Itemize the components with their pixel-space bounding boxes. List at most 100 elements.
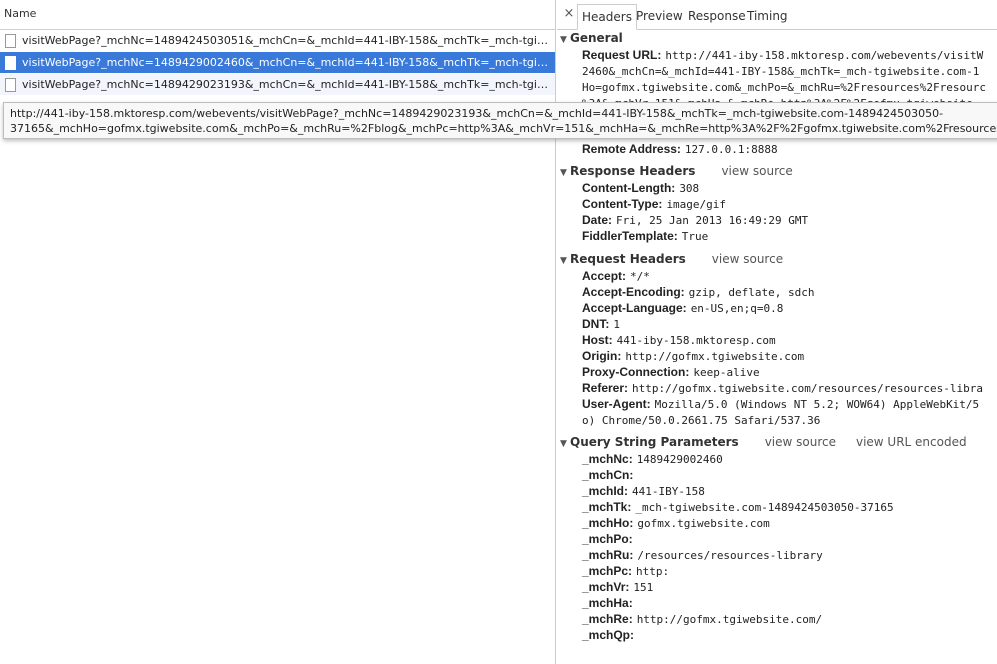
general-section-header[interactable]: ▼ General <box>557 29 997 47</box>
header-key: _mchHo: <box>582 516 634 530</box>
query-param-row: _mchQp: <box>557 627 997 643</box>
request-header-row: Host: 441-iby-158.mktoresp.com <box>557 332 997 348</box>
header-key: Origin: <box>582 349 622 363</box>
header-value: Fri, 25 Jan 2013 16:49:29 GMT <box>616 214 809 227</box>
request-list-panel: Name visitWebPage?_mchNc=1489424503051&_… <box>0 0 556 664</box>
query-param-row: _mchNc: 1489429002460 <box>557 451 997 467</box>
tab-preview[interactable]: Preview <box>632 4 687 30</box>
close-icon[interactable]: × <box>562 6 576 22</box>
query-param-row: _mchVr: 151 <box>557 579 997 595</box>
expand-triangle-icon: ▼ <box>560 168 567 178</box>
header-value: http: <box>636 565 670 578</box>
header-key: Content-Type: <box>582 197 663 211</box>
view-source-link[interactable]: view source <box>765 435 836 449</box>
query-param-row: _mchTk: _mch-tgiwebsite.com-1489424503050… <box>557 499 997 515</box>
request-headers-section-header[interactable]: ▼ Request Headers view source <box>557 250 997 268</box>
header-value: image/gif <box>666 198 727 211</box>
request-header-row: Referer: http://gofmx.tgiwebsite.com/reso… <box>557 380 997 396</box>
query-params-section-header[interactable]: ▼ Query String Parameters view source view … <box>557 433 997 451</box>
expand-triangle-icon: ▼ <box>560 35 567 45</box>
request-row-selected[interactable]: visitWebPage?_mchNc=1489429002460&_mchCn… <box>0 52 555 74</box>
header-key: FiddlerTemplate: <box>582 229 678 243</box>
general-section: ▼ General Request URL: http://441-iby-158.… <box>557 29 997 111</box>
header-key: _mchId: <box>582 484 629 498</box>
header-value: 151 <box>633 581 654 594</box>
request-url-label: Request URL: <box>582 48 662 62</box>
view-source-link[interactable]: view source <box>712 252 783 266</box>
header-key: Accept-Encoding: <box>582 285 685 299</box>
request-name: visitWebPage?_mchNc=1489429023193&_mchCn… <box>22 78 552 91</box>
tab-timing[interactable]: Timing <box>743 4 792 30</box>
user-agent-line: o) Chrome/50.0.2661.75 Safari/537.36 <box>582 414 821 427</box>
request-details-panel: × Headers Preview Response Timing ▼ Gener… <box>557 0 997 664</box>
request-url-line: 2460&_mchCn=&_mchId=441-IBY-158&_mchTk=_… <box>582 65 980 78</box>
request-url-value: http://441-iby-158.mktoresp.com/webevent… <box>665 49 984 62</box>
remote-address-value: 127.0.0.1:8888 <box>684 143 778 156</box>
header-key: _mchPo: <box>582 532 633 546</box>
request-header-row: Accept-Encoding: gzip, deflate, sdch <box>557 284 997 300</box>
response-header-row: Content-Type: image/gif <box>557 196 997 212</box>
url-tooltip: http://441-iby-158.mktoresp.com/webevent… <box>3 102 997 139</box>
section-title: Response Headers <box>570 164 696 178</box>
header-value: keep-alive <box>693 366 760 379</box>
header-key: Referer: <box>582 381 629 395</box>
header-key: _mchVr: <box>582 580 630 594</box>
request-url-continuation: Ho=gofmx.tgiwebsite.com&_mchPo=&_mchRu=%… <box>557 79 997 95</box>
tab-response[interactable]: Response <box>684 4 750 30</box>
header-value: 441-IBY-158 <box>632 485 705 498</box>
request-headers-section: ▼ Request Headers view source Accept: */* Ac… <box>557 250 997 428</box>
request-header-row: DNT: 1 <box>557 316 997 332</box>
header-key: _mchNc: <box>582 452 633 466</box>
file-icon <box>5 78 16 92</box>
query-param-row: _mchHo: gofmx.tgiwebsite.com <box>557 515 997 531</box>
header-key: Accept: <box>582 269 627 283</box>
header-key: Accept-Language: <box>582 301 687 315</box>
response-headers-section-header[interactable]: ▼ Response Headers view source <box>557 162 997 180</box>
query-param-row: _mchCn: <box>557 467 997 483</box>
section-title: Query String Parameters <box>570 435 739 449</box>
query-params-section: ▼ Query String Parameters view source view … <box>557 433 997 643</box>
header-value: http://gofmx.tgiwebsite.com <box>625 350 805 363</box>
view-url-encoded-link[interactable]: view URL encoded <box>856 435 967 449</box>
user-agent-continuation: o) Chrome/50.0.2661.75 Safari/537.36 <box>557 412 997 428</box>
header-value: http://gofmx.tgiwebsite.com/resources/re… <box>632 382 984 395</box>
header-key: Content-Length: <box>582 181 676 195</box>
header-key: _mchCn: <box>582 468 634 482</box>
header-value: 441-iby-158.mktoresp.com <box>616 334 776 347</box>
remote-address-label: Remote Address: <box>582 142 681 156</box>
request-url-continuation: 2460&_mchCn=&_mchId=441-IBY-158&_mchTk=_… <box>557 63 997 79</box>
request-row[interactable]: visitWebPage?_mchNc=1489424503051&_mchCn… <box>0 30 555 52</box>
header-value: 1 <box>613 318 620 331</box>
header-key: _mchRe: <box>582 612 633 626</box>
request-url-row: Request URL: http://441-iby-158.mktoresp.… <box>557 47 997 63</box>
header-key: _mchHa: <box>582 596 633 610</box>
header-value: gofmx.tgiwebsite.com <box>637 517 770 530</box>
header-value: /resources/resources-library <box>637 549 823 562</box>
section-title: General <box>570 31 623 45</box>
header-key: _mchQp: <box>582 628 635 642</box>
header-value: en-US,en;q=0.8 <box>690 302 784 315</box>
header-value: gzip, deflate, sdch <box>688 286 815 299</box>
query-param-row: _mchRe: http://gofmx.tgiwebsite.com/ <box>557 611 997 627</box>
header-value: 1489429002460 <box>636 453 723 466</box>
response-header-row: Date: Fri, 25 Jan 2013 16:49:29 GMT <box>557 212 997 228</box>
request-header-row: Origin: http://gofmx.tgiwebsite.com <box>557 348 997 364</box>
tab-headers[interactable]: Headers <box>577 4 637 30</box>
section-title: Request Headers <box>570 252 686 266</box>
query-param-row: _mchHa: <box>557 595 997 611</box>
header-value: 308 <box>679 182 700 195</box>
request-name: visitWebPage?_mchNc=1489429002460&_mchCn… <box>22 56 552 69</box>
header-key: _mchTk: <box>582 500 632 514</box>
header-value: */* <box>630 270 650 283</box>
query-param-row: _mchId: 441-IBY-158 <box>557 483 997 499</box>
header-key: User-Agent: <box>582 397 651 411</box>
response-header-row: Content-Length: 308 <box>557 180 997 196</box>
header-key: _mchPc: <box>582 564 633 578</box>
header-value: http://gofmx.tgiwebsite.com/ <box>636 613 823 626</box>
header-value: Mozilla/5.0 (Windows NT 5.2; WOW64) Appl… <box>654 398 980 411</box>
request-url-line: Ho=gofmx.tgiwebsite.com&_mchPo=&_mchRu=%… <box>582 81 986 94</box>
request-name: visitWebPage?_mchNc=1489424503051&_mchCn… <box>22 34 552 47</box>
request-row[interactable]: visitWebPage?_mchNc=1489429023193&_mchCn… <box>0 74 555 96</box>
name-column-header[interactable]: Name <box>0 0 555 30</box>
view-source-link[interactable]: view source <box>721 164 792 178</box>
